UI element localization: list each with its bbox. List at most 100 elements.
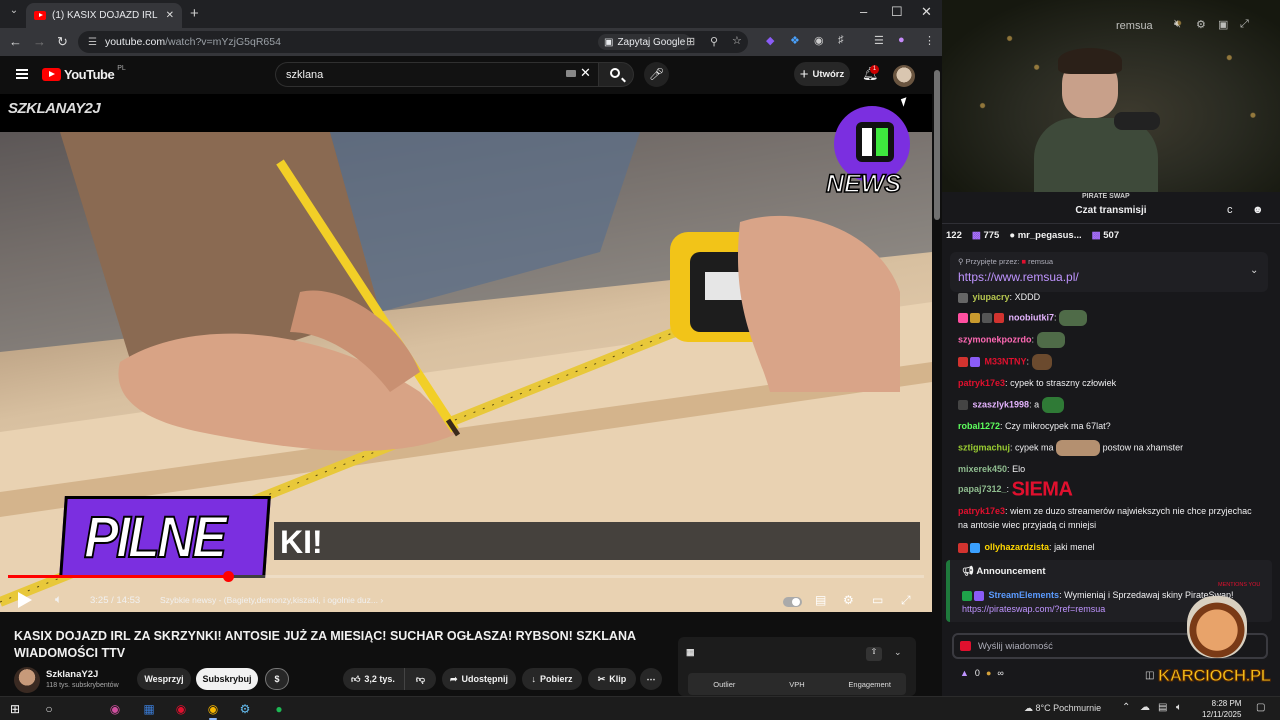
volume-icon[interactable]: 🔈︎ — [55, 592, 62, 607]
expand-chevron-icon[interactable]: ⌄ — [1250, 265, 1258, 276]
reload-icon[interactable]: ↻ — [57, 34, 68, 50]
progress-bar[interactable] — [8, 571, 924, 582]
messenger-app-icon[interactable]: ◉ — [106, 700, 124, 718]
create-button[interactable]: + Utwórz — [794, 62, 850, 86]
task-view-icon[interactable]: ○ — [40, 700, 58, 718]
more-actions-button[interactable]: ⋯ — [640, 668, 662, 690]
theater-mode-icon[interactable]: ▭ — [872, 593, 883, 607]
clear-search-icon[interactable]: ✕ — [580, 65, 591, 81]
chat-username[interactable]: noobiutki7 — [1009, 312, 1055, 322]
account-avatar[interactable] — [893, 65, 915, 87]
zoom-icon[interactable]: ⚲ — [710, 35, 718, 48]
channel-avatar[interactable] — [14, 667, 40, 693]
mute-icon[interactable]: 🔇︎ — [1174, 18, 1181, 31]
ask-google-button[interactable]: ▣ Zapytaj Google — [598, 34, 692, 50]
scrollbar-thumb[interactable] — [934, 70, 940, 220]
chat-username[interactable]: sztigmachuj — [958, 442, 1010, 452]
chevron-down-icon[interactable]: ⌄ — [894, 647, 902, 658]
maximize-icon[interactable]: ☐ — [891, 4, 903, 20]
install-icon[interactable]: ⊞ — [686, 35, 695, 48]
progress-scrubber[interactable] — [222, 571, 234, 582]
voice-search-button[interactable]: 🎤︎ — [644, 62, 669, 87]
new-tab-icon[interactable]: + — [190, 5, 199, 22]
back-icon[interactable]: ← — [9, 34, 22, 49]
announcement-user[interactable]: StreamElements — [989, 590, 1060, 600]
tab-youtube[interactable]: (1) KASIX DOJAZD IRL ZA SKRZYNKI ✕ — [26, 3, 182, 28]
settings-gear-icon[interactable]: ⚙︎ — [843, 593, 854, 607]
share-button[interactable]: ➦ Udostępnij — [442, 668, 516, 690]
profile-icon[interactable]: ● — [898, 34, 905, 46]
export-icon[interactable]: ⇧ — [866, 647, 882, 661]
speaker-icon[interactable]: 🔈︎ — [1176, 702, 1182, 713]
app-green-icon[interactable]: ● — [270, 700, 288, 718]
shield-icon[interactable]: ◫ — [1145, 670, 1154, 681]
page-scrollbar[interactable] — [932, 56, 942, 696]
extension-purple-icon[interactable]: ◆ — [766, 34, 774, 47]
bookmark-star-icon[interactable]: ☆ — [732, 34, 742, 47]
pinned-message[interactable]: ⚲ Przypięte przez: ■ remsua https://www.… — [950, 252, 1268, 292]
play-icon[interactable] — [18, 592, 32, 608]
site-info-icon[interactable]: ☰ — [88, 37, 97, 48]
address-bar[interactable]: ☰ youtube.com/watch?v=mYzjG5qR654 ▣ Zapy… — [78, 31, 748, 53]
media-app-icon[interactable]: ◉ — [172, 700, 190, 718]
subscribe-button[interactable]: Subskrybuj — [196, 668, 258, 690]
extension-blue-icon[interactable]: ❖ — [790, 34, 800, 47]
chat-username[interactable]: yiupacry — [973, 292, 1010, 302]
network-icon[interactable]: ▤ — [1158, 702, 1167, 713]
chat-username[interactable]: mixerek450 — [958, 464, 1007, 474]
pinned-link[interactable]: https://www.remsua.pl/ — [958, 270, 1079, 284]
chat-username[interactable]: szymonekpozrdo — [958, 334, 1032, 344]
calendar-app-icon[interactable]: ▦ — [140, 700, 158, 718]
windows-start-icon[interactable]: ⊞ — [6, 700, 24, 718]
subtitles-icon[interactable]: ▤ — [815, 593, 826, 607]
fullscreen-icon[interactable]: ⤢ — [901, 593, 911, 608]
extensions-puzzle-icon[interactable]: ♯ — [838, 34, 844, 46]
chat-username[interactable]: robal1272 — [958, 421, 1000, 431]
dislike-button[interactable]: 👎︎ — [404, 668, 436, 690]
onedrive-icon[interactable]: ☁ — [1140, 702, 1150, 713]
chat-username[interactable]: szaszlyk1998 — [973, 399, 1030, 409]
extension-gray-icon[interactable]: ◉ — [814, 34, 824, 47]
translate-icon[interactable]: ᴄ — [1227, 204, 1233, 216]
download-button[interactable]: ↓ Pobierz — [522, 668, 582, 690]
channel-name[interactable]: SzklanaY2J — [46, 669, 98, 680]
youtube-logo[interactable]: YouTube PL — [42, 65, 126, 82]
settings-icon[interactable]: ⚙︎ — [1196, 18, 1206, 31]
top-gifter[interactable]: mr_pegasus... — [1018, 230, 1082, 241]
chat-username[interactable]: patryk17e3 — [958, 378, 1005, 388]
chat-username[interactable]: patryk17e3 — [958, 506, 1005, 516]
forward-icon[interactable]: → — [33, 34, 46, 49]
stat-outlier[interactable]: Outlier — [688, 680, 761, 689]
channel-points-icon[interactable]: ▲ — [960, 668, 969, 678]
search-input[interactable]: szklana — [275, 62, 598, 87]
search-button[interactable] — [598, 62, 634, 87]
fullscreen-stream-icon[interactable]: ⤢ — [1240, 18, 1249, 31]
media-control-icon[interactable]: ☰ — [874, 34, 884, 47]
support-button[interactable]: Wesprzyj — [137, 668, 191, 690]
announcement-link[interactable]: https://pirateswap.com/?ref=remsua — [962, 604, 1105, 614]
chapter-title[interactable]: Szybkie newsy - (Bagiety,demonzy,kiszaki… — [160, 595, 383, 605]
tray-overflow-icon[interactable]: ⌃ — [1122, 702, 1130, 713]
keyboard-icon[interactable] — [566, 70, 576, 77]
pip-icon[interactable]: ▣ — [1218, 18, 1228, 31]
tab-search-icon[interactable]: ⌄ — [6, 5, 22, 21]
chat-username[interactable]: M33NTNY — [985, 356, 1027, 366]
menu-hamburger-icon[interactable] — [16, 69, 28, 79]
system-clock[interactable]: 8:28 PM 12/11/2025 — [1202, 698, 1241, 720]
notifications-icon[interactable]: ▢ — [1256, 702, 1265, 713]
stat-engagement[interactable]: Engagement — [833, 680, 906, 689]
chat-username[interactable]: ollyhazardzista — [985, 542, 1050, 552]
close-window-icon[interactable]: ✕ — [921, 4, 932, 20]
close-tab-icon[interactable]: ✕ — [166, 10, 174, 21]
chrome-app-icon[interactable]: ◉ — [204, 700, 222, 718]
steam-app-icon[interactable]: ⚙︎ — [236, 700, 254, 718]
chat-username[interactable]: papaj7312_ — [958, 484, 1007, 494]
autoplay-toggle[interactable] — [783, 597, 802, 607]
weather-widget[interactable]: ☁ 8°C Pochmurnie — [1024, 703, 1101, 714]
stat-vph[interactable]: VPH — [761, 680, 834, 689]
clip-button[interactable]: ✂︎ Klip — [588, 668, 636, 690]
thanks-button[interactable]: $ — [265, 668, 289, 690]
users-icon[interactable]: ☻ — [1252, 204, 1264, 216]
browser-menu-icon[interactable]: ⋮ — [924, 34, 935, 47]
minimize-icon[interactable]: – — [860, 4, 867, 19]
